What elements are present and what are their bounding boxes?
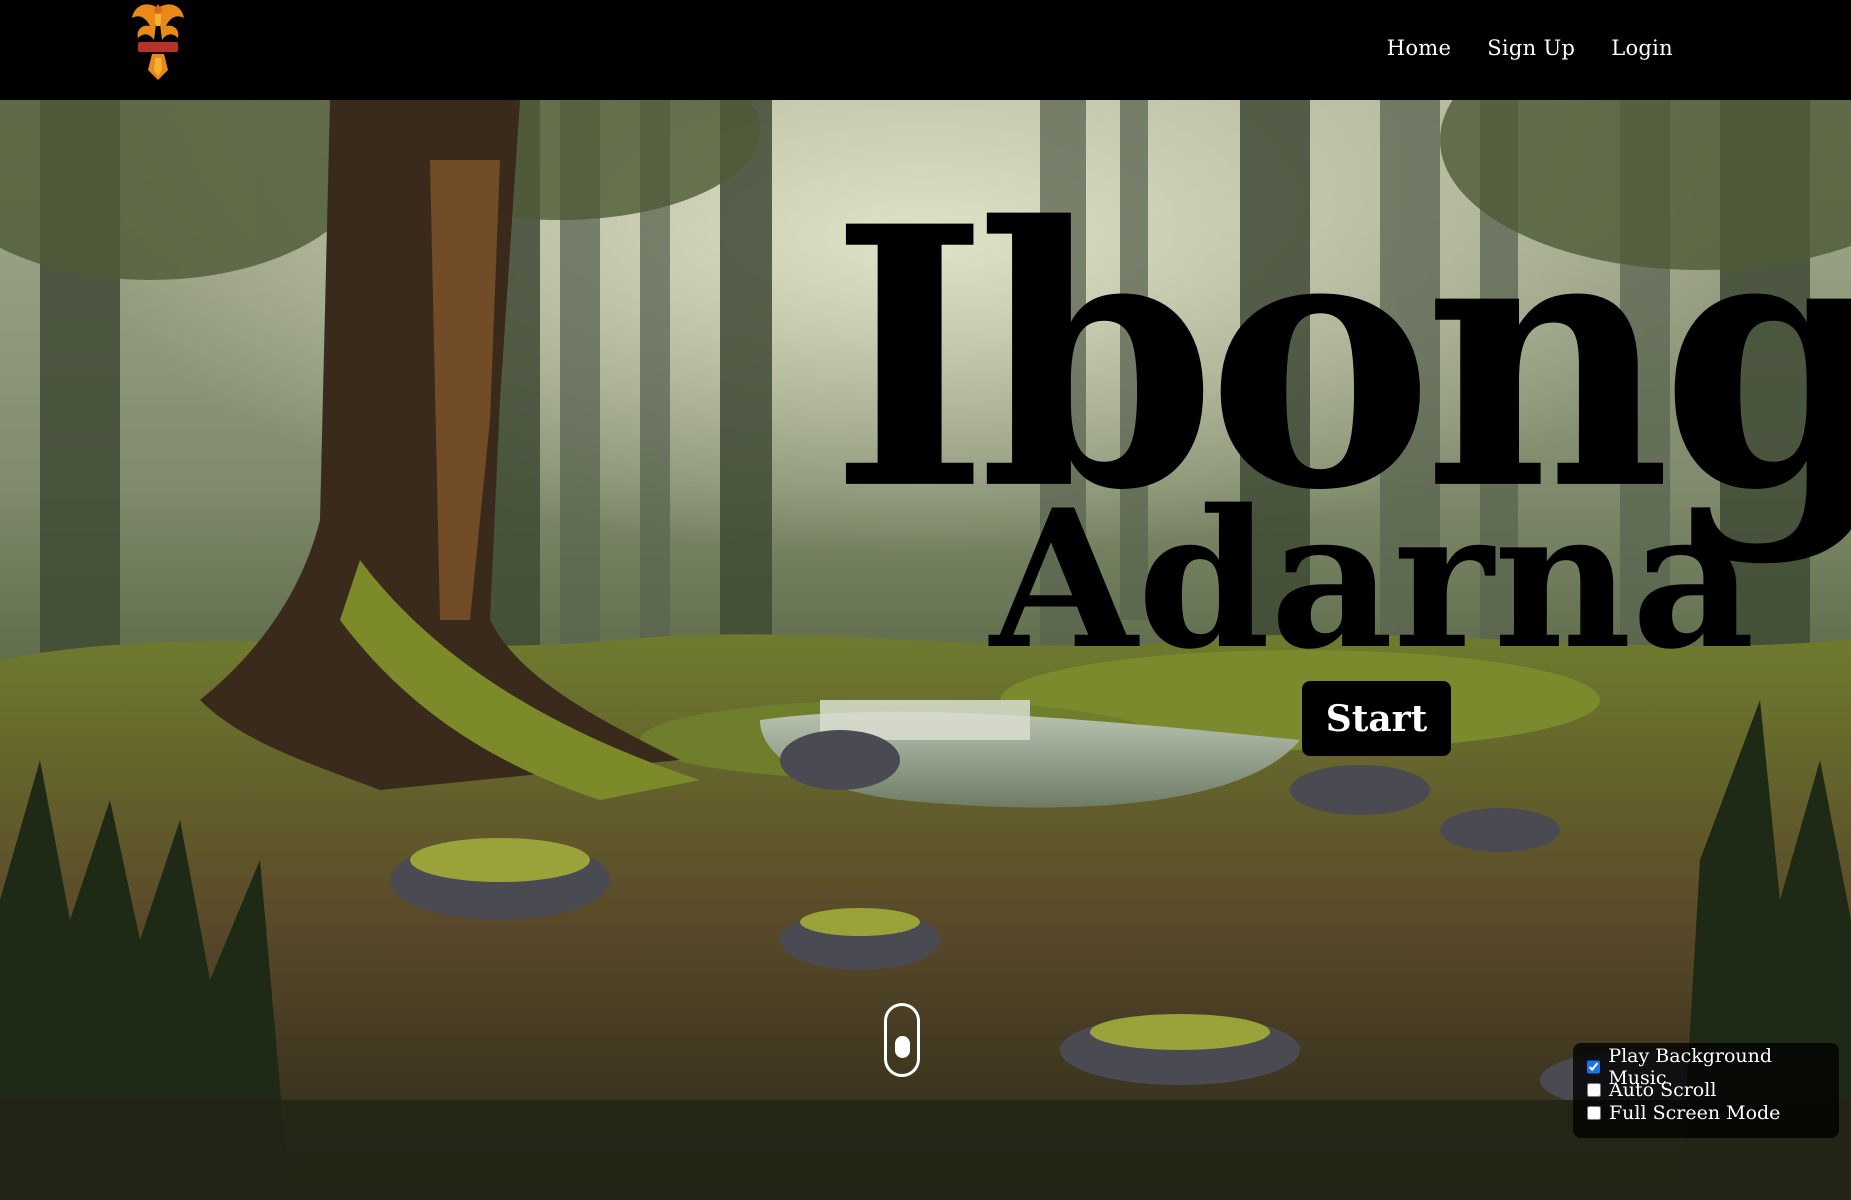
full-screen-checkbox[interactable] xyxy=(1587,1105,1601,1120)
nav-signup-link[interactable]: Sign Up xyxy=(1487,36,1575,60)
start-button[interactable]: Start xyxy=(1302,681,1451,756)
phoenix-logo[interactable] xyxy=(128,0,188,82)
nav-login-link[interactable]: Login xyxy=(1611,36,1673,60)
background-music-checkbox[interactable] xyxy=(1587,1059,1601,1074)
nav-links: Home Sign Up Login xyxy=(1387,36,1673,60)
scroll-down-indicator[interactable] xyxy=(884,1003,920,1077)
nav-home-link[interactable]: Home xyxy=(1387,36,1452,60)
full-screen-label: Full Screen Mode xyxy=(1609,1101,1781,1124)
top-navbar: Home Sign Up Login xyxy=(0,0,1851,100)
title-adarna: Adarna xyxy=(990,468,1755,691)
auto-scroll-checkbox[interactable] xyxy=(1587,1082,1601,1097)
scroll-dot xyxy=(895,1036,910,1058)
setting-full-screen[interactable]: Full Screen Mode xyxy=(1587,1101,1825,1124)
hero-section: Ibong Adarna Start Play Background Music… xyxy=(0,100,1851,1200)
auto-scroll-label: Auto Scroll xyxy=(1609,1078,1717,1101)
setting-background-music[interactable]: Play Background Music xyxy=(1587,1045,1825,1089)
settings-panel: Play Background Music Auto Scroll Full S… xyxy=(1573,1043,1839,1138)
